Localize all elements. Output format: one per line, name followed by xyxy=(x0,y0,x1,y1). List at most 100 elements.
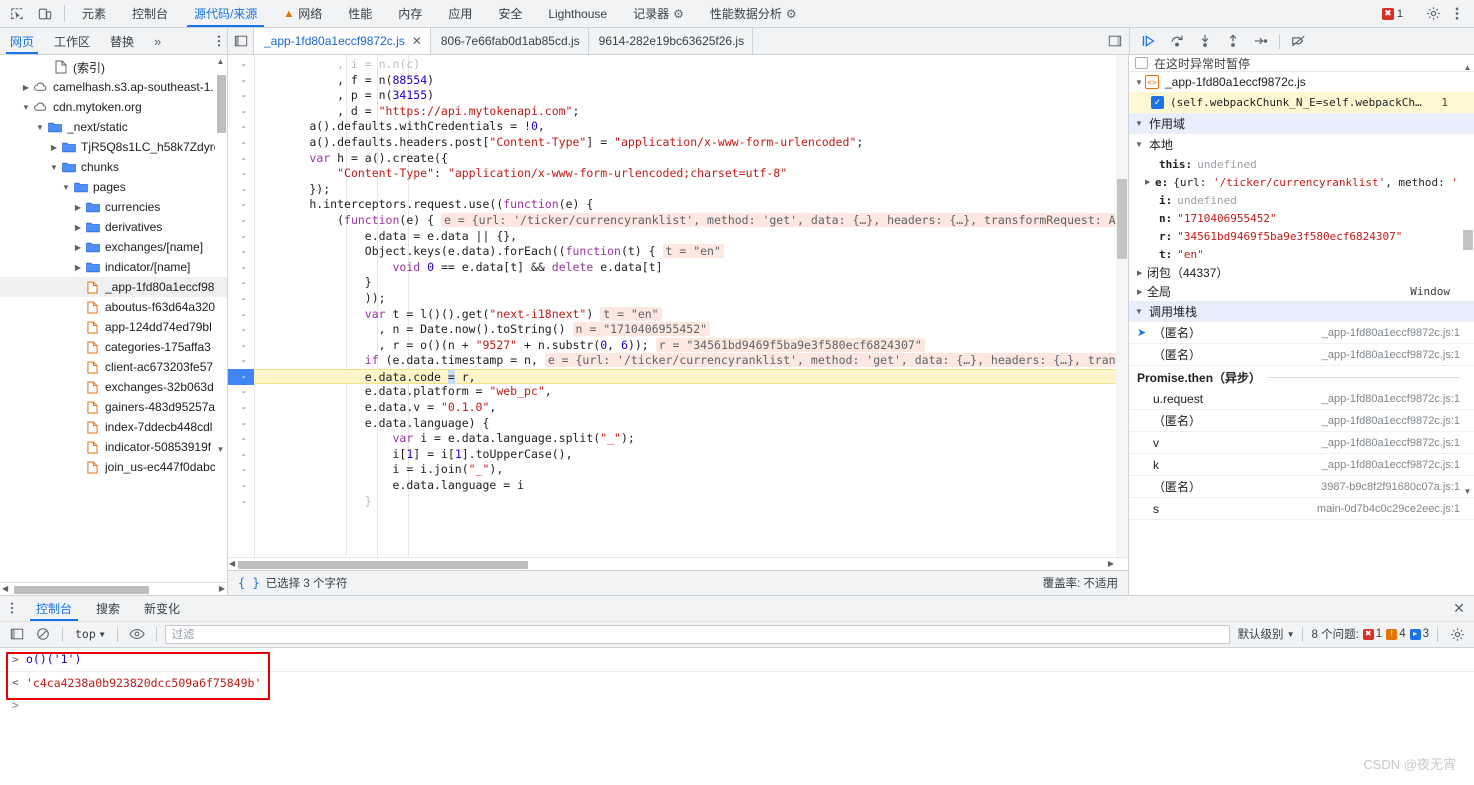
tab-lighthouse[interactable]: Lighthouse xyxy=(535,0,620,27)
chevron-down-icon[interactable]: ▼ xyxy=(34,123,46,132)
code-line[interactable]: i = i.join("_"), xyxy=(254,462,1128,478)
inspect-element-icon[interactable] xyxy=(6,3,28,25)
scrollbar-right-arrow-icon[interactable]: ▶ xyxy=(219,584,225,593)
line-number-gutter[interactable]: ---------- ---------- -------- xyxy=(228,55,254,557)
issues-summary[interactable]: 8 个问题: ✖ 1 ! 4 ▸ 3 xyxy=(1311,626,1429,642)
code-line[interactable]: , p = n(34155) xyxy=(254,88,1128,104)
scope-section-header[interactable]: ▼ 作用域 xyxy=(1129,113,1474,134)
tab-performance-insights[interactable]: 性能数据分析 ⚙ xyxy=(697,0,810,27)
tree-row[interactable]: ▶ camelhash.s3.ap-southeast-1. xyxy=(0,77,227,97)
chevron-down-icon[interactable]: ▼ xyxy=(1135,119,1145,128)
tree-row[interactable]: ▼ cdn.mytoken.org xyxy=(0,97,227,117)
scrollbar-left-arrow-icon[interactable]: ◀ xyxy=(2,584,8,593)
tree-row[interactable]: index-7ddecb448cdl xyxy=(0,417,227,437)
tab-performance[interactable]: 性能 xyxy=(335,0,385,27)
code-line[interactable]: e.data.v = "0.1.0", xyxy=(254,400,1128,416)
drawer-tab-search[interactable]: 搜索 xyxy=(84,596,132,621)
console-output[interactable]: > o()('1') < 'c4ca4238a0b923820dcc509a6f… xyxy=(0,647,1474,785)
editor-tab-app-js[interactable]: _app-1fd80a1eccf9872c.js ✕ xyxy=(254,28,431,54)
editor-horizontal-scrollbar[interactable]: ◀ ▶ xyxy=(228,556,1128,570)
navigator-scrollbar-thumb[interactable] xyxy=(217,75,226,133)
editor-tab-806-js[interactable]: 806-7e66fab0d1ab85cd.js xyxy=(431,28,589,54)
step-over-button[interactable] xyxy=(1164,30,1190,52)
navigator-more-options-icon[interactable] xyxy=(211,28,227,54)
breakpoint-file-row[interactable]: ▼ <> _app-1fd80a1eccf9872c.js xyxy=(1129,71,1474,92)
chevron-right-icon[interactable]: ▶ xyxy=(72,263,84,272)
scope-property-row[interactable]: t: "en" xyxy=(1129,245,1474,263)
tree-row[interactable]: aboutus-f63d64a320 xyxy=(0,297,227,317)
step-into-button[interactable] xyxy=(1192,30,1218,52)
subtab-more-icon[interactable]: » xyxy=(144,28,171,54)
tree-row[interactable]: join_us-ec447f0dabc xyxy=(0,457,227,477)
code-line[interactable]: a().defaults.withCredentials = !0, xyxy=(254,119,1128,135)
live-expression-icon[interactable] xyxy=(126,624,148,644)
tab-elements[interactable]: 元素 xyxy=(69,0,119,27)
scrollbar-left-arrow-icon[interactable]: ◀ xyxy=(229,559,235,568)
console-sidebar-icon[interactable] xyxy=(6,624,28,644)
step-out-button[interactable] xyxy=(1220,30,1246,52)
code-line[interactable]: e.data = e.data || {}, xyxy=(254,229,1128,245)
scrollbar-right-arrow-icon[interactable]: ▶ xyxy=(1108,559,1114,568)
code-line[interactable]: , i = n.n(c) xyxy=(254,57,1128,73)
close-icon[interactable]: ✕ xyxy=(412,35,422,47)
collapse-editor-icon[interactable] xyxy=(1101,34,1129,48)
tree-row[interactable]: ▼ pages xyxy=(0,177,227,197)
callstack-section-header[interactable]: ▼ 调用堆栈 xyxy=(1129,301,1474,322)
code-line[interactable]: if (e.data.timestamp = n, e = {url: '/ti… xyxy=(254,353,1128,369)
tab-recorder[interactable]: 记录器 ⚙ xyxy=(620,0,697,27)
code-line[interactable]: } xyxy=(254,494,1128,510)
editor-tab-9614-js[interactable]: 9614-282e19bc63625f26.js xyxy=(589,28,754,54)
code-line[interactable]: , r = o()(n + "9527" + n.substr(0, 6)); … xyxy=(254,337,1128,354)
chevron-down-icon[interactable]: ▼ xyxy=(1135,140,1145,149)
tree-row-selected[interactable]: _app-1fd80a1eccf98 xyxy=(0,277,227,297)
chevron-down-icon[interactable]: ▼ xyxy=(20,103,32,112)
callstack-frame[interactable]: v _app-1fd80a1eccf9872c.js:1 xyxy=(1129,432,1474,454)
code-area[interactable]: ---------- ---------- -------- - , i = n… xyxy=(228,55,1128,557)
tree-row[interactable]: ▶ TjR5Q8s1LC_h58k7Zdyre xyxy=(0,137,227,157)
tree-row[interactable]: ▶ indicator/[name] xyxy=(0,257,227,277)
resume-script-button[interactable] xyxy=(1136,30,1162,52)
tab-memory[interactable]: 内存 xyxy=(385,0,435,27)
step-button[interactable] xyxy=(1248,30,1274,52)
scrollbar-thumb[interactable] xyxy=(238,560,528,569)
global-scope-row[interactable]: ▶ 全局 Window xyxy=(1129,282,1474,301)
device-toolbar-icon[interactable] xyxy=(34,3,56,25)
issue-infos-badge[interactable]: ▸ 3 xyxy=(1409,628,1429,640)
navigator-horizontal-scrollbar[interactable]: ◀ ▶ xyxy=(0,581,227,595)
editor-vertical-scrollbar-thumb[interactable] xyxy=(1117,179,1127,259)
code-line[interactable]: "Content-Type": "application/x-www-form-… xyxy=(254,166,1128,182)
callstack-frame[interactable]: （匿名） 3987-b9c8f2f91680c07a.js:1 xyxy=(1129,476,1474,498)
local-scope-header[interactable]: ▼ 本地 xyxy=(1129,134,1474,155)
issue-warnings-badge[interactable]: ! 4 xyxy=(1386,628,1406,640)
code-line[interactable]: var t = l()().get("next-i18next") t = "e… xyxy=(254,306,1128,323)
code-line[interactable]: , f = n(88554) xyxy=(254,73,1128,89)
code-line[interactable]: h.interceptors.request.use((function(e) … xyxy=(254,197,1128,213)
tree-row[interactable]: ▶ exchanges/[name] xyxy=(0,237,227,257)
code-line[interactable]: }); xyxy=(254,182,1128,198)
clear-console-icon[interactable] xyxy=(32,624,54,644)
chevron-down-icon[interactable]: ▼ xyxy=(1135,307,1145,316)
code-line[interactable]: a().defaults.headers.post["Content-Type"… xyxy=(254,135,1128,151)
chevron-right-icon[interactable]: ▶ xyxy=(20,83,32,92)
code-line[interactable]: , n = Date.now().toString() n = "1710406… xyxy=(254,322,1128,338)
scope-property-row[interactable]: ▶ e: {url: '/ticker/currencyranklist', m… xyxy=(1129,173,1474,191)
code-line[interactable]: Object.keys(e.data).forEach((function(t)… xyxy=(254,244,1128,260)
console-filter-input[interactable]: 过滤 xyxy=(164,624,1230,644)
code-line[interactable]: (function(e) { e = {url: '/ticker/curren… xyxy=(254,212,1128,229)
chevron-right-icon[interactable]: ▶ xyxy=(72,223,84,232)
code-line[interactable]: void 0 == e.data[t] && delete e.data[t] xyxy=(254,260,1128,276)
callstack-frame[interactable]: s main-0d7b4c0c29ce2eec.js:1 xyxy=(1129,498,1474,520)
show-navigator-icon[interactable] xyxy=(228,28,254,54)
chevron-right-icon[interactable]: ▶ xyxy=(72,243,84,252)
console-settings-icon[interactable] xyxy=(1446,624,1468,644)
code-line[interactable]: , d = "https://api.mytokenapi.com"; xyxy=(254,104,1128,120)
execution-context-selector[interactable]: top ▼ xyxy=(71,627,109,641)
tree-row[interactable]: indicator-50853919f xyxy=(0,437,227,457)
scope-property-row[interactable]: this: undefined xyxy=(1129,155,1474,173)
debugger-scrollbar[interactable] xyxy=(1462,55,1474,595)
chevron-right-icon[interactable]: ▶ xyxy=(1145,178,1155,186)
scrollbar-down-arrow-icon[interactable]: ▼ xyxy=(215,445,226,454)
callstack-frame[interactable]: k _app-1fd80a1eccf9872c.js:1 xyxy=(1129,454,1474,476)
tree-row[interactable]: ▶ derivatives xyxy=(0,217,227,237)
callstack-frame[interactable]: （匿名） _app-1fd80a1eccf9872c.js:1 xyxy=(1129,344,1474,366)
